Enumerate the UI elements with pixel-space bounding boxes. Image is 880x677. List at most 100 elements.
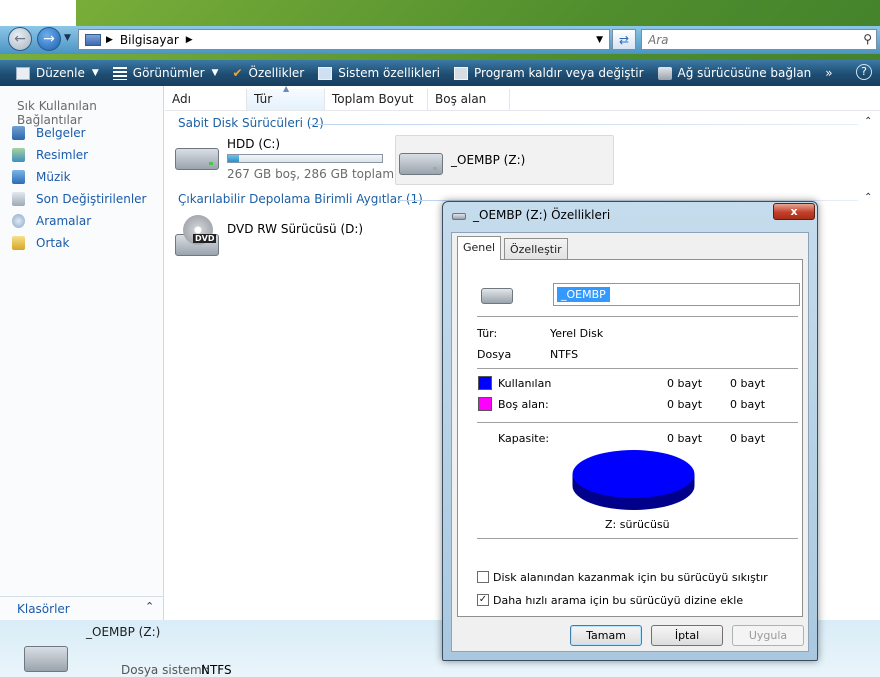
drive-d-tile[interactable]: DVD DVD RW Sürücüsü (D:) [171, 210, 371, 260]
search-input[interactable] [646, 32, 850, 48]
free-space-size: 0 bayt [730, 398, 766, 411]
recent-pages-dropdown-icon[interactable]: ▼ [64, 33, 71, 43]
drive-z-tile[interactable]: _OEMBP (Z:) [395, 135, 614, 185]
compress-label[interactable]: Disk alanından kazanmak için bu sürücüyü… [493, 571, 768, 584]
forward-arrow-icon: → [43, 31, 55, 47]
command-toolbar: Düzenle ▼ Görünümler ▼ ✔ Özellikler Sist… [0, 60, 880, 86]
type-label: Tür: [477, 327, 498, 340]
properties-label: Özellikler [248, 66, 305, 80]
column-header-free-space[interactable]: Boş alan [428, 89, 510, 110]
system-properties-button[interactable]: Sistem özellikleri [318, 66, 440, 80]
type-value: Yerel Disk [550, 327, 604, 340]
tab-customize[interactable]: Özelleştir [504, 238, 568, 259]
organize-button[interactable]: Düzenle ▼ [16, 66, 99, 80]
index-checkbox[interactable]: ✓ [477, 594, 489, 606]
details-filesystem-label: Dosya sistemi: [121, 663, 210, 677]
refresh-icon: ⇄ [618, 32, 630, 47]
capacity-bytes: 0 bayt [667, 432, 703, 445]
column-header-name[interactable]: Adı [165, 89, 247, 110]
address-bar: ← → ▼ ▶ Bilgisayar ▶ ▼ ⇄ ⚲ [0, 26, 880, 54]
uninstall-label: Program kaldır veya değiştir [474, 66, 644, 80]
general-tab-panel: _OEMBP Tür: Yerel Disk Dosya NTFS Kullan… [457, 259, 803, 617]
sidebar-item-documents[interactable]: Belgeler [12, 122, 146, 144]
forward-button[interactable]: → [37, 27, 61, 51]
uninstall-program-button[interactable]: Program kaldır veya değiştir [454, 66, 644, 80]
group-header-hard-disks[interactable]: Sabit Disk Sürücüleri (2) [178, 116, 324, 130]
sidebar-item-recent[interactable]: Son Değiştirilenler [12, 188, 146, 210]
compress-checkbox[interactable] [477, 571, 489, 583]
address-field[interactable]: ▶ Bilgisayar ▶ ▼ [78, 29, 610, 50]
chevron-up-icon[interactable]: ⌃ [145, 600, 154, 613]
drive-d-name: DVD RW Sürücüsü (D:) [227, 222, 364, 236]
dialog-body: Genel Özelleştir _OEMBP Tür: Yerel Disk … [451, 232, 809, 652]
group-header-removable[interactable]: Çıkarılabilir Depolama Birimli Aygıtlar … [178, 192, 423, 206]
organize-label: Düzenle [36, 66, 85, 80]
system-properties-icon [318, 66, 333, 80]
used-space-bytes: 0 bayt [667, 377, 703, 390]
used-space-swatch [478, 376, 492, 390]
sidebar-item-pictures[interactable]: Resimler [12, 144, 146, 166]
sidebar-item-searches[interactable]: Aramalar [12, 210, 146, 232]
dialog-title: _OEMBP (Z:) Özellikleri [473, 208, 611, 222]
ok-button[interactable]: Tamam [570, 625, 642, 646]
tab-general[interactable]: Genel [457, 236, 502, 260]
collapse-group-icon[interactable]: ⌃ [864, 192, 872, 203]
organize-icon [16, 66, 30, 80]
drive-c-tile[interactable]: HDD (C:) 267 GB boş, 286 GB toplam [171, 134, 394, 184]
views-button[interactable]: Görünümler ▼ [112, 66, 218, 80]
index-label[interactable]: Daha hızlı arama için bu sürücüyü dizine… [493, 594, 743, 607]
breadcrumb-chevron-icon[interactable]: ▶ [186, 35, 193, 45]
chevron-down-icon: ▼ [91, 68, 99, 78]
drive-c-capacity-bar [227, 154, 383, 163]
divider [477, 316, 798, 317]
free-space-swatch [478, 397, 492, 411]
breadcrumb-computer[interactable]: Bilgisayar [120, 33, 179, 47]
properties-dialog: _OEMBP (Z:) Özellikleri x Genel Özelleşt… [442, 201, 818, 661]
breadcrumb-separator-icon[interactable]: ▶ [106, 35, 113, 45]
folders-label: Klasörler [17, 602, 70, 616]
close-button[interactable]: x [773, 203, 815, 220]
used-space-size: 0 bayt [730, 377, 766, 390]
sidebar-item-music[interactable]: Müzik [12, 166, 146, 188]
column-header-type-label: Tür [254, 92, 273, 106]
sidebar-item-label: Aramalar [36, 214, 92, 228]
more-commands-button[interactable]: » [825, 66, 832, 80]
network-drive-icon [657, 66, 672, 80]
map-drive-label: Ağ sürücüsüne bağlan [677, 66, 812, 80]
desktop-blank-area [0, 0, 76, 26]
uninstall-icon [454, 66, 468, 80]
volume-name-value: _OEMBP [557, 287, 610, 302]
drive-c-space-info: 267 GB boş, 286 GB toplam [227, 167, 395, 181]
pictures-icon [12, 148, 25, 162]
computer-icon [85, 33, 101, 46]
back-button[interactable]: ← [8, 27, 32, 51]
folders-toggle[interactable]: Klasörler ⌃ [0, 596, 164, 620]
divider [477, 422, 798, 423]
apply-button[interactable]: Uygula [732, 625, 804, 646]
collapse-group-icon[interactable]: ⌃ [864, 116, 872, 127]
sort-indicator-icon: ▲ [283, 84, 290, 93]
sidebar-item-public[interactable]: Ortak [12, 232, 146, 254]
public-folder-icon [12, 236, 25, 250]
properties-button[interactable]: ✔ Özellikler [232, 66, 304, 80]
refresh-button[interactable]: ⇄ [612, 29, 636, 50]
details-filesystem-value: NTFS [201, 663, 232, 677]
column-header-total-size[interactable]: Toplam Boyut [325, 89, 428, 110]
help-button[interactable]: ? [856, 64, 872, 80]
documents-icon [12, 126, 25, 140]
filesystem-value: NTFS [550, 348, 579, 361]
sidebar-item-label: Belgeler [36, 126, 86, 140]
map-network-drive-button[interactable]: Ağ sürücüsüne bağlan [657, 66, 812, 80]
volume-name-field[interactable]: _OEMBP [553, 283, 800, 306]
cancel-button[interactable]: İptal [651, 625, 723, 646]
search-icon[interactable]: ⚲ [863, 32, 872, 46]
hard-drive-icon [24, 646, 68, 672]
address-history-dropdown-icon[interactable]: ▼ [596, 35, 603, 45]
drive-c-used-fill [228, 155, 239, 162]
system-properties-label: Sistem özellikleri [338, 66, 440, 80]
close-icon: x [790, 205, 798, 218]
group-divider [310, 124, 858, 125]
views-label: Görünümler [132, 66, 205, 80]
search-box[interactable]: ⚲ [641, 29, 877, 50]
hard-drive-icon [175, 148, 219, 170]
